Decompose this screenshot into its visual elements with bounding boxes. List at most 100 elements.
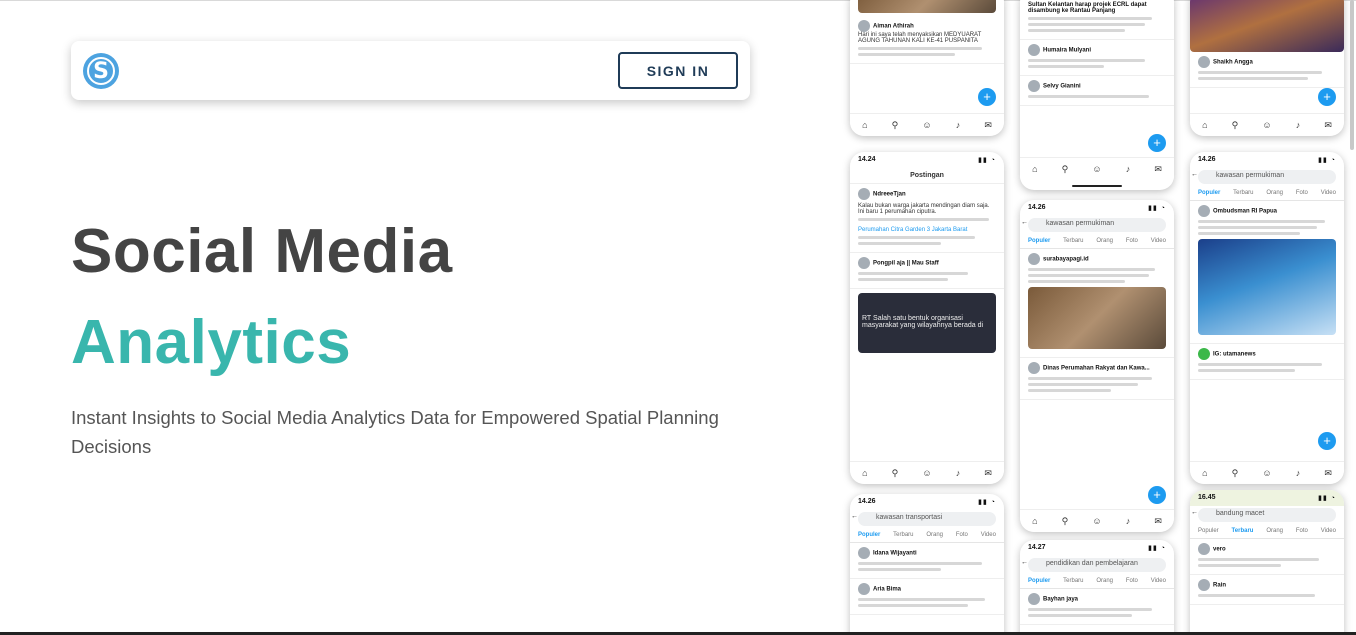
tab-populer[interactable]: Populer	[1028, 238, 1050, 244]
tab-populer[interactable]: Populer	[858, 532, 880, 538]
tab-foto[interactable]: Foto	[956, 532, 968, 538]
post-author: Dinas Perumahan Rakyat dan Kawa...	[1043, 365, 1150, 372]
bell-icon[interactable]: ♪	[1126, 164, 1131, 174]
people-icon[interactable]: ☺	[922, 120, 931, 130]
compose-fab[interactable]: +	[1318, 88, 1336, 106]
list-item: Sultan Kelantan harap projek ECRL dapat …	[1020, 0, 1174, 40]
tab-foto[interactable]: Foto	[1126, 238, 1138, 244]
post-text: Kalau bukan warga jakarta mendingan diam…	[858, 203, 990, 215]
search-input[interactable]: kawasan transportasi	[851, 512, 996, 526]
home-icon[interactable]: ⌂	[1032, 516, 1037, 526]
link-title[interactable]: Perumahan Citra Garden 3 Jakarta Barat	[858, 227, 996, 233]
compose-fab[interactable]: +	[978, 88, 996, 106]
home-icon[interactable]: ⌂	[1202, 120, 1207, 130]
post-author: Idana Wijayanti	[873, 550, 917, 557]
compose-fab[interactable]: +	[1148, 486, 1166, 504]
tab-populer[interactable]: Populer	[1028, 578, 1050, 584]
search-input[interactable]: kawasan permukiman	[1021, 218, 1166, 232]
search-input[interactable]: bandung macet	[1191, 508, 1336, 522]
mail-icon[interactable]: ✉	[1324, 120, 1332, 131]
search-input[interactable]: kawasan permukiman	[1191, 170, 1336, 184]
phone-mockup: 14.24 ▮▮ ◔ Postingan NdreeeTjan Kalau buk…	[850, 152, 1004, 484]
home-icon[interactable]: ⌂	[862, 120, 867, 130]
tab-orang[interactable]: Orang	[1096, 238, 1113, 244]
tab-orang[interactable]: Orang	[1266, 528, 1283, 534]
tab-populer[interactable]: Populer	[1198, 190, 1220, 196]
mail-icon[interactable]: ✉	[984, 120, 992, 131]
bottom-tab-bar: ⌂ ⚲ ☺ ♪ ✉	[850, 113, 1004, 136]
list-item: NdreeeTjan Kalau bukan warga jakarta men…	[850, 184, 1004, 253]
search-icon[interactable]: ⚲	[1232, 468, 1239, 479]
avatar	[1028, 593, 1040, 605]
phone-mockup: 14.26 ▮▮ ◔ kawasan transportasi Populer Te…	[850, 494, 1004, 632]
avatar	[1028, 80, 1040, 92]
search-icon[interactable]: ⚲	[1062, 164, 1069, 175]
avatar	[1198, 205, 1210, 217]
search-icon[interactable]: ⚲	[1232, 120, 1239, 131]
home-icon[interactable]: ⌂	[1032, 164, 1037, 174]
list-item: surabayapagi.id	[1020, 249, 1174, 358]
filter-tabs: Populer Terbaru Orang Foto Video	[1190, 184, 1344, 201]
list-item: Aiman Athirah Hari ini saya telah menyak…	[850, 16, 1004, 64]
tab-foto[interactable]: Foto	[1126, 578, 1138, 584]
home-icon[interactable]: ⌂	[862, 468, 867, 478]
people-icon[interactable]: ☺	[1262, 120, 1271, 130]
people-icon[interactable]: ☺	[1092, 164, 1101, 174]
mail-icon[interactable]: ✉	[1154, 164, 1162, 175]
avatar	[858, 257, 870, 269]
tab-populer[interactable]: Populer	[1198, 528, 1219, 534]
search-icon[interactable]: ⚲	[892, 120, 899, 131]
search-icon[interactable]: ⚲	[1062, 516, 1069, 527]
avatar	[858, 188, 870, 200]
home-icon[interactable]: ⌂	[1202, 468, 1207, 478]
sign-in-button[interactable]: SIGN IN	[618, 52, 738, 89]
bottom-tab-bar: ⌂ ⚲ ☺ ♪ ✉	[1190, 113, 1344, 136]
tab-terbaru[interactable]: Terbaru	[1063, 238, 1083, 244]
list-item: Humaira Mulyani	[1020, 40, 1174, 76]
search-icon[interactable]: ⚲	[892, 468, 899, 479]
bottom-tab-bar: ⌂ ⚲ ☺ ♪ ✉	[1190, 461, 1344, 484]
tab-terbaru[interactable]: Terbaru	[1233, 190, 1253, 196]
bottom-tab-bar: ⌂ ⚲ ☺ ♪ ✉	[1020, 157, 1174, 180]
tab-terbaru[interactable]: Terbaru	[1232, 528, 1254, 534]
compose-fab[interactable]: +	[1148, 134, 1166, 152]
tab-foto[interactable]: Foto	[1296, 190, 1308, 196]
tab-video[interactable]: Video	[1321, 190, 1336, 196]
mail-icon[interactable]: ✉	[984, 468, 992, 479]
people-icon[interactable]: ☺	[1262, 468, 1271, 478]
app-logo[interactable]: S	[83, 53, 119, 89]
text-line	[858, 568, 941, 571]
text-line	[1028, 274, 1150, 277]
tab-foto[interactable]: Foto	[1296, 528, 1308, 534]
text-line	[1198, 71, 1323, 74]
page-header: Postingan	[850, 168, 1004, 184]
tab-video[interactable]: Video	[1321, 528, 1336, 534]
search-input[interactable]: pendidikan dan pembelajaran	[1021, 558, 1166, 572]
tab-orang[interactable]: Orang	[926, 532, 943, 538]
tab-terbaru[interactable]: Terbaru	[893, 532, 913, 538]
text-line	[858, 218, 990, 221]
bell-icon[interactable]: ♪	[956, 120, 961, 130]
tab-orang[interactable]: Orang	[1266, 190, 1283, 196]
scrollbar-thumb[interactable]	[1350, 0, 1354, 150]
compose-fab[interactable]: +	[1318, 432, 1336, 450]
tab-video[interactable]: Video	[981, 532, 996, 538]
tab-video[interactable]: Video	[1151, 578, 1166, 584]
text-line	[1028, 614, 1132, 617]
bell-icon[interactable]: ♪	[956, 468, 961, 478]
mail-icon[interactable]: ✉	[1324, 468, 1332, 479]
bell-icon[interactable]: ♪	[1296, 468, 1301, 478]
phone-mockup: 14.26 ▮▮ ◔ kawasan permukiman Populer Terb…	[1020, 200, 1174, 532]
status-time: 16.45	[1198, 494, 1216, 501]
bell-icon[interactable]: ♪	[1126, 516, 1131, 526]
post-text: Hari ini saya telah menyaksikan MEDYUARA…	[858, 32, 982, 44]
tab-orang[interactable]: Orang	[1096, 578, 1113, 584]
mail-icon[interactable]: ✉	[1154, 516, 1162, 527]
people-icon[interactable]: ☺	[922, 468, 931, 478]
people-icon[interactable]: ☺	[1092, 516, 1101, 526]
tab-video[interactable]: Video	[1151, 238, 1166, 244]
logo-ring	[87, 57, 115, 85]
list-item: IG: utamanews	[1190, 344, 1344, 380]
bell-icon[interactable]: ♪	[1296, 120, 1301, 130]
tab-terbaru[interactable]: Terbaru	[1063, 578, 1083, 584]
